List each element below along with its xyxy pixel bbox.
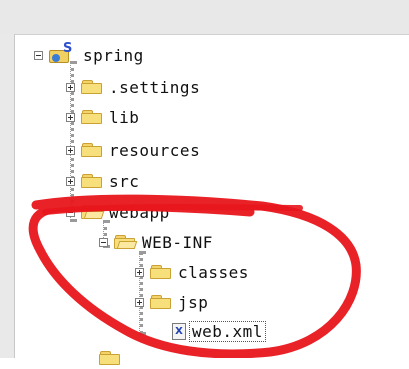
tree-item-partial-folder[interactable]	[99, 347, 127, 369]
tree-item-settings[interactable]: .settings	[66, 76, 200, 98]
expand-toggle-icon[interactable]	[66, 176, 75, 186]
tree-item-resources[interactable]: resources	[66, 139, 200, 161]
folder-icon	[81, 142, 103, 158]
folder-icon	[150, 264, 172, 280]
folder-icon	[99, 350, 121, 366]
source-folder-icon	[81, 173, 103, 189]
tree-item-label: lib	[109, 107, 140, 127]
tree-item-label: src	[109, 171, 140, 191]
tree-item-web-xml[interactable]: X web.xml	[172, 320, 266, 342]
tree-item-spring[interactable]: S spring	[34, 42, 144, 66]
tree-item-webapp[interactable]: webapp	[66, 201, 170, 223]
project-icon: S	[49, 42, 75, 66]
tree-item-label: resources	[109, 140, 201, 160]
expand-toggle-icon[interactable]	[66, 112, 75, 122]
tree-item-src[interactable]: src	[66, 170, 139, 192]
tree-item-label: web.xml	[189, 320, 266, 342]
tree-item-label: jsp	[178, 292, 209, 312]
project-explorer-tree: S spring .settings lib resources src web…	[0, 0, 409, 365]
xml-file-icon: X	[172, 322, 186, 340]
tree-item-classes[interactable]: classes	[135, 261, 249, 283]
folder-icon	[81, 109, 103, 125]
collapse-toggle-icon[interactable]	[34, 50, 43, 60]
tree-item-web-inf[interactable]: WEB-INF	[99, 231, 213, 253]
folder-icon	[81, 79, 103, 95]
expand-toggle-icon[interactable]	[66, 82, 75, 92]
open-folder-icon	[114, 234, 138, 250]
open-folder-icon	[81, 204, 105, 220]
expand-toggle-icon[interactable]	[66, 145, 75, 155]
tree-item-label: .settings	[109, 77, 201, 97]
folder-icon	[150, 294, 172, 310]
tree-item-label: webapp	[109, 202, 170, 222]
tree-item-label: spring	[83, 45, 144, 65]
collapse-toggle-icon[interactable]	[99, 237, 108, 247]
expand-toggle-icon[interactable]	[135, 267, 144, 277]
tree-item-label: WEB-INF	[142, 232, 213, 252]
tree-item-lib[interactable]: lib	[66, 106, 139, 128]
collapse-toggle-icon[interactable]	[66, 207, 75, 217]
tree-item-label: classes	[178, 262, 249, 282]
tree-item-jsp[interactable]: jsp	[135, 291, 208, 313]
expand-toggle-icon[interactable]	[135, 297, 144, 307]
